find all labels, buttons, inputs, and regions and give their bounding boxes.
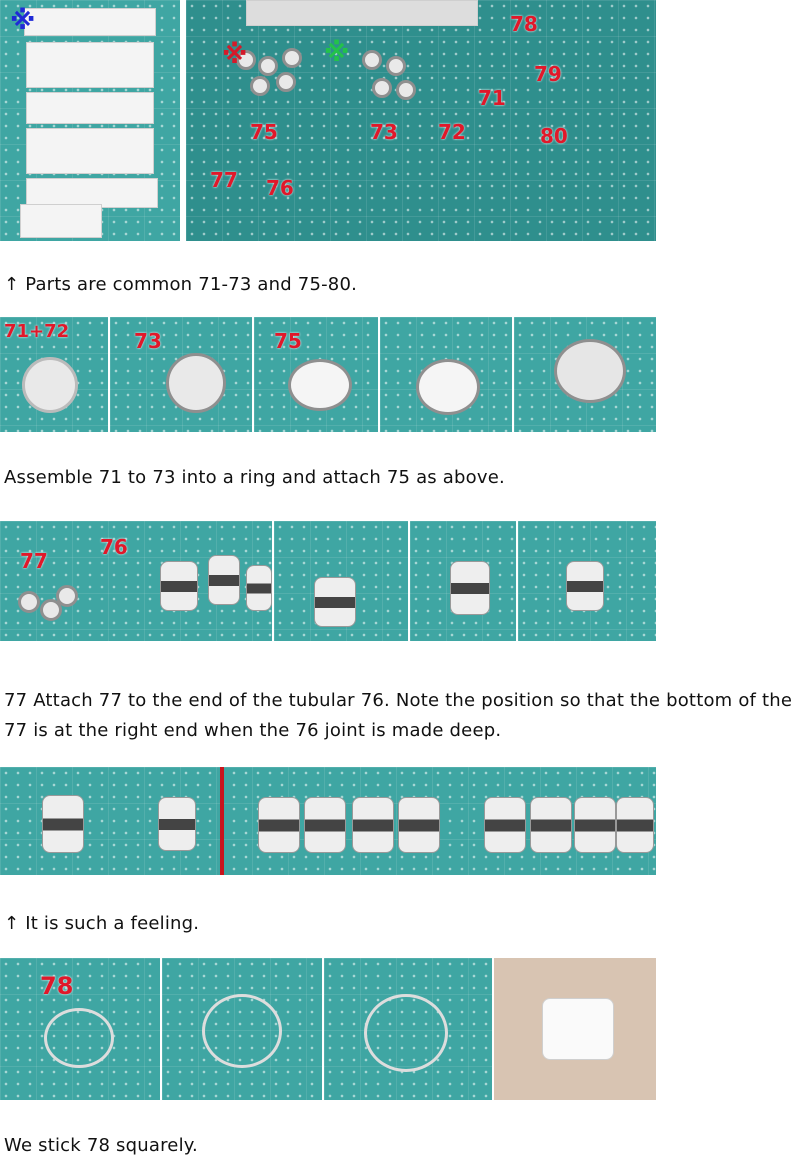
tubular-assembly-photo: 77 76: [0, 521, 656, 641]
part-label-76-step: 76: [100, 535, 128, 559]
part-label-73: 73: [370, 120, 398, 144]
part-label-77-step: 77: [20, 549, 48, 573]
asterisk-mark-red: ※: [222, 40, 248, 70]
asterisk-mark-green: ※: [324, 38, 350, 68]
cut-parts-photo: ※ ※ 78 79 71 72 73 75 80 77 76: [186, 0, 656, 241]
caption-assemble-ring: Assemble 71 to 73 into a ring and attach…: [4, 467, 505, 488]
part-label-76: 76: [266, 176, 294, 200]
ring-assembly-photo: 71+72 73 75: [0, 317, 656, 432]
part-label-78-step: 78: [40, 972, 74, 1000]
part-label-73-step: 73: [134, 329, 162, 353]
caption-such-a-feeling: ↑ It is such a feeling.: [4, 913, 200, 934]
parts-sheets-photo: ※: [0, 0, 180, 241]
part-label-77: 77: [210, 168, 238, 192]
part-label-78: 78: [510, 12, 538, 36]
part-label-79: 79: [534, 62, 562, 86]
part-label-71: 71: [478, 86, 506, 110]
caption-attach-77: 77 Attach 77 to the end of the tubular 7…: [4, 690, 793, 741]
caption-stick-78: We stick 78 squarely.: [4, 1135, 198, 1156]
parts-overview-photo: ※ ※ ※ 78 79 71 72 73 75 80 77 76: [0, 0, 656, 241]
part-label-71-72: 71+72: [4, 321, 70, 342]
asterisk-mark-blue: ※: [10, 6, 36, 36]
caption-parts-common: ↑ Parts are common 71-73 and 75-80.: [4, 274, 358, 295]
part-label-80: 80: [540, 124, 568, 148]
part-label-75-step: 75: [274, 329, 302, 353]
part-78-photo: 78: [0, 958, 656, 1100]
part-label-72: 72: [438, 120, 466, 144]
finished-parts-photo: [0, 767, 656, 875]
part-label-75: 75: [250, 120, 278, 144]
